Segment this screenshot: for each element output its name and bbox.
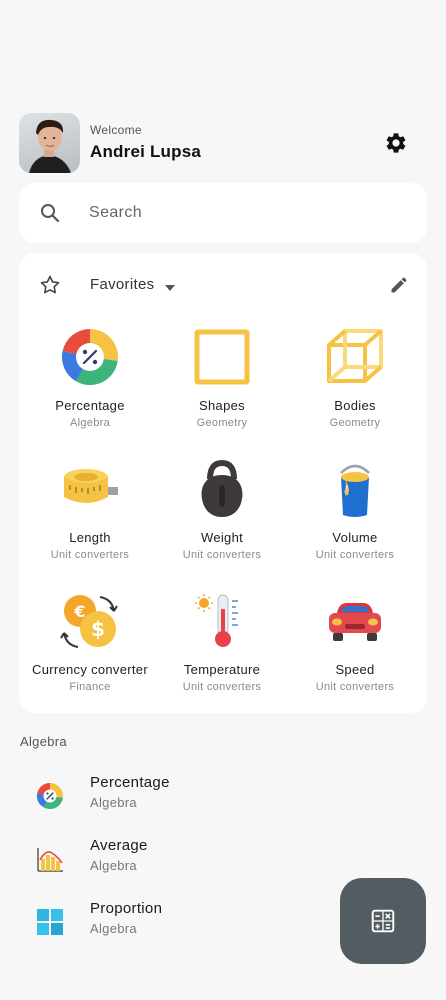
favorites-grid: Percentage Algebra Shapes Geometry Bodie… [19,321,427,717]
star-outline-icon[interactable] [38,273,62,297]
tile-label: Shapes [199,398,245,413]
welcome-label: Welcome [90,123,142,137]
calculator-fab-button[interactable] [340,878,426,964]
tile-category: Unit converters [182,681,262,693]
search-bar[interactable] [19,183,427,243]
tile-label: Weight [200,530,244,545]
favorite-tile-percentage[interactable]: Percentage Algebra [19,321,161,453]
tile-category: Finance [69,681,111,693]
percentage-icon [61,328,118,386]
tile-label: Volume [332,530,378,545]
currency-exchange-icon: € $ [60,595,118,648]
user-photo [29,119,71,173]
list-item-percentage[interactable]: Percentage Algebra [0,766,446,826]
kettlebell-icon [201,459,243,517]
tile-label: Bodies [334,398,376,413]
favorite-tile-temperature[interactable]: Temperature Unit converters [161,585,283,717]
thermometer-icon [195,594,238,647]
header: Welcome Andrei Lupsa [19,113,427,173]
tile-category: Geometry [196,417,248,429]
tile-label: Percentage [55,398,125,413]
favorites-title[interactable]: Favorites [90,276,154,293]
percentage-icon [36,782,64,810]
tile-category: Unit converters [315,549,395,561]
calculator-icon [371,909,395,933]
paint-bucket-icon [340,464,370,517]
favorite-tile-weight[interactable]: Weight Unit converters [161,453,283,585]
tile-category: Geometry [329,417,381,429]
list-item-label: Percentage [90,774,170,791]
tile-label: Temperature [183,662,261,677]
list-item-category: Algebra [90,921,137,936]
pencil-icon[interactable] [389,275,409,295]
search-input[interactable] [89,197,399,229]
tile-label: Speed [335,662,375,677]
list-item-label: Proportion [90,900,163,917]
favorite-tile-bodies[interactable]: Bodies Geometry [283,321,427,453]
gear-icon[interactable] [384,131,408,155]
list-item-category: Algebra [90,858,137,873]
tile-category: Algebra [69,417,110,429]
favorite-tile-speed[interactable]: Speed Unit converters [283,585,427,717]
caret-down-icon[interactable] [164,280,176,291]
cube-icon [327,329,383,383]
avatar[interactable] [19,113,80,173]
list-item-label: Average [90,837,148,854]
section-title-algebra: Algebra [20,734,67,749]
svg-text:$: $ [91,617,105,641]
favorites-card: Favorites Percentage Algebra Shapes Geom… [19,253,427,713]
favorite-tile-currency-converter[interactable]: € $ Currency converter Finance [19,585,161,717]
favorite-tile-length[interactable]: Length Unit converters [19,453,161,585]
search-icon[interactable] [38,201,62,225]
tile-category: Unit converters [50,549,130,561]
favorite-tile-shapes[interactable]: Shapes Geometry [161,321,283,453]
car-icon [329,603,381,641]
tape-measure-icon [64,469,118,503]
user-name: Andrei Lupsa [90,142,202,161]
list-item-category: Algebra [90,795,137,810]
square-shape-icon [194,329,250,385]
tile-category: Unit converters [315,681,395,693]
tile-label: Length [69,530,111,545]
tiles-icon [37,909,63,935]
tile-label: Currency converter [32,662,148,677]
bar-chart-icon [37,848,63,872]
favorite-tile-volume[interactable]: Volume Unit converters [283,453,427,585]
tile-category: Unit converters [182,549,262,561]
